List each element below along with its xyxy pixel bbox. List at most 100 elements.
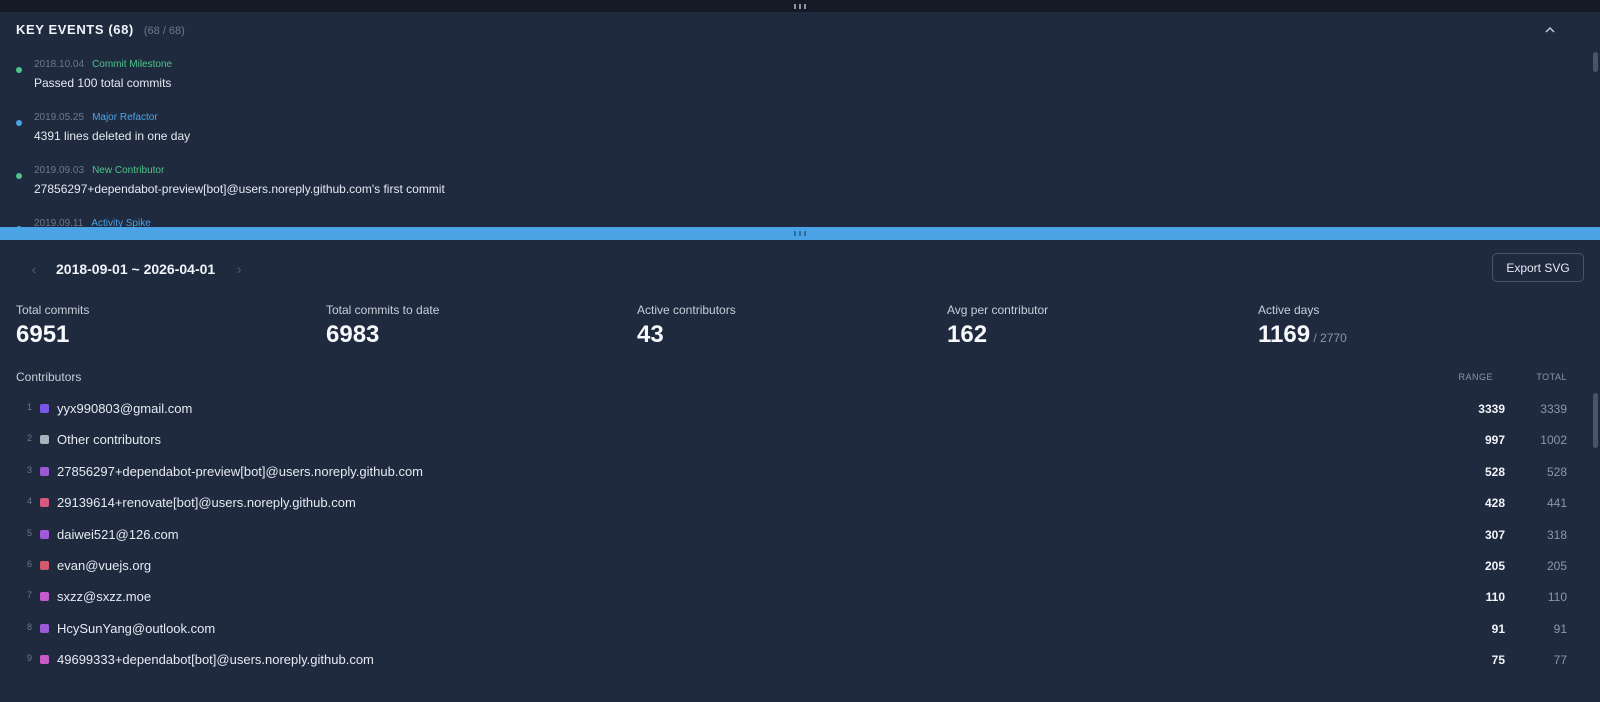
color-swatch-icon: [40, 498, 49, 508]
contributor-row[interactable]: 3 27856297+dependabot-preview[bot]@users.…: [16, 456, 1585, 488]
event-item[interactable]: 2019.05.25 Major Refactor 4391 lines delet…: [16, 106, 916, 146]
color-swatch-icon: [40, 404, 49, 413]
stat-card: Active days 1169 / 2770: [1258, 303, 1347, 349]
event-item[interactable]: 2019.09.11 Activity Spike: [16, 212, 916, 227]
contributor-range-count: 428: [1484, 496, 1505, 511]
stat-value: 6951: [16, 321, 89, 349]
contributor-row[interactable]: 7 sxzz@sxzz.moe 110 110: [16, 581, 1585, 613]
contributors-title: Contributors: [16, 370, 82, 384]
contributor-range-count: 75: [1491, 653, 1505, 668]
contributor-total-count: 441: [1546, 496, 1567, 511]
contributor-name: 27856297+dependabot-preview[bot]@users.n…: [57, 463, 424, 479]
panel-splitter[interactable]: [0, 227, 1600, 240]
contributor-total-count: 528: [1546, 464, 1567, 479]
event-type: New Contributor: [92, 165, 165, 176]
event-meta: 2018.10.04 Commit Milestone: [34, 59, 172, 70]
contributor-row[interactable]: 4 29139614+renovate[bot]@users.noreply.gi…: [16, 487, 1585, 519]
key-events-header: KEY EVENTS (68) (68 / 68): [16, 22, 185, 40]
event-item[interactable]: 2019.09.03 New Contributor 27856297+depend…: [16, 159, 916, 199]
range-column-header[interactable]: RANGE: [1458, 372, 1493, 382]
contributor-rank: 9: [26, 653, 32, 664]
contributor-name: yyx990803@gmail.com: [57, 401, 193, 416]
contributor-rank: 8: [26, 621, 32, 632]
contributor-total-count: 1002: [1540, 433, 1567, 448]
stat-number: 162: [947, 321, 988, 348]
stat-value: 162: [947, 321, 1048, 349]
stat-label: Total commits to date: [326, 303, 440, 317]
event-date: 2019.05.25: [34, 112, 85, 123]
stat-card: Total commits to date 6983: [326, 303, 439, 349]
contributor-total-count: 205: [1546, 559, 1567, 573]
color-swatch-icon: [40, 655, 49, 665]
contributor-name: sxzz@sxzz.moe: [57, 589, 152, 605]
contributor-rank: 7: [26, 590, 32, 601]
contributor-row[interactable]: 2 Other contributors 997 1002: [16, 424, 1585, 456]
event-description: Passed 100 total commits: [34, 76, 172, 90]
top-resize-handle[interactable]: [0, 0, 1600, 12]
contributor-total-count: 77: [1553, 653, 1567, 668]
contributor-range-count: 205: [1484, 559, 1505, 573]
contributor-range-count: 528: [1484, 464, 1505, 479]
event-date: 2019.09.11: [34, 218, 84, 227]
contributors-scrollbar[interactable]: [1593, 393, 1598, 448]
event-description: 27856297+dependabot-preview[bot]@users.n…: [34, 182, 445, 196]
contributor-range-count: 307: [1484, 527, 1505, 542]
stat-subvalue: / 2770: [1310, 331, 1347, 345]
contributors-header: Contributors RANGE TOTAL: [16, 370, 1585, 386]
event-type: Activity Spike: [91, 218, 151, 227]
contributor-name: 49699333+dependabot[bot]@users.noreply.g…: [57, 652, 374, 668]
stat-number: 6951: [16, 321, 70, 348]
contributor-row[interactable]: 1 yyx990803@gmail.com 3339 3339: [16, 393, 1585, 425]
date-range-label: 2018-09-01 ~ 2026-04-01: [56, 261, 216, 277]
event-type: Commit Milestone: [92, 59, 173, 70]
stat-label: Avg per contributor: [947, 303, 1049, 317]
contributor-row[interactable]: 5 daiwei521@126.com 307 318: [16, 519, 1585, 551]
chevron-left-icon[interactable]: ‹: [24, 261, 44, 277]
event-dot-icon: [16, 173, 22, 179]
stat-label: Active days: [1258, 303, 1320, 317]
total-column-header[interactable]: TOTAL: [1536, 372, 1567, 382]
contributor-total-count: 3339: [1540, 402, 1567, 416]
contributors-list: 1 yyx990803@gmail.com 3339 3339 2 Other contr…: [16, 393, 1585, 693]
stat-card: Avg per contributor 162: [947, 303, 1048, 349]
color-swatch-icon: [40, 466, 49, 476]
contributor-name: 29139614+renovate[bot]@users.noreply.git…: [57, 495, 356, 511]
event-date: 2019.09.03: [34, 165, 85, 176]
events-scrollbar[interactable]: [1593, 52, 1598, 72]
stat-value: 1169 / 2770: [1258, 321, 1347, 349]
chevron-up-icon: [1545, 27, 1555, 33]
stat-number: 6983: [326, 321, 380, 348]
stat-number: 43: [637, 321, 664, 348]
contributor-name: Other contributors: [57, 432, 162, 448]
grip-icon: [794, 3, 806, 9]
event-item[interactable]: 2018.10.04 Commit Milestone Passed 100 tot…: [16, 53, 916, 93]
contributor-range-count: 91: [1491, 621, 1505, 636]
contributor-rank: 5: [26, 527, 32, 538]
contributor-name: evan@vuejs.org: [57, 558, 152, 573]
date-range-nav: ‹ 2018-09-01 ~ 2026-04-01 ›: [24, 255, 249, 283]
color-swatch-icon: [40, 592, 49, 602]
event-meta: 2019.09.03 New Contributor: [34, 165, 164, 176]
stats-row: Total commits 6951 Total commits to date 69…: [16, 303, 1586, 353]
contributor-total-count: 318: [1546, 527, 1567, 542]
contributor-row[interactable]: 9 49699333+dependabot[bot]@users.noreply.…: [16, 644, 1585, 676]
event-dot-icon: [16, 67, 22, 73]
color-swatch-icon: [40, 435, 49, 445]
contributor-total-count: 110: [1547, 590, 1567, 605]
contributor-rank: 6: [26, 559, 32, 569]
contributor-row[interactable]: 6 evan@vuejs.org 205 205: [16, 550, 1585, 582]
stat-number: 1169: [1258, 321, 1311, 348]
chevron-right-icon[interactable]: ›: [229, 261, 249, 277]
contributor-row[interactable]: 8 HcySunYang@outlook.com 91 91: [16, 613, 1585, 645]
export-svg-button[interactable]: Export SVG: [1492, 253, 1584, 282]
event-date: 2018.10.04: [34, 59, 85, 70]
contributor-range-count: 3339: [1478, 402, 1505, 416]
contributor-name: daiwei521@126.com: [57, 526, 179, 542]
event-type: Major Refactor: [92, 112, 158, 123]
collapse-button[interactable]: [1540, 20, 1560, 40]
event-description: 4391 lines deleted in one day: [34, 129, 191, 143]
contributor-range-count: 997: [1484, 433, 1505, 448]
stat-card: Active contributors 43: [637, 303, 736, 349]
contributor-rank: 2: [26, 433, 32, 444]
stat-value: 6983: [326, 321, 439, 349]
